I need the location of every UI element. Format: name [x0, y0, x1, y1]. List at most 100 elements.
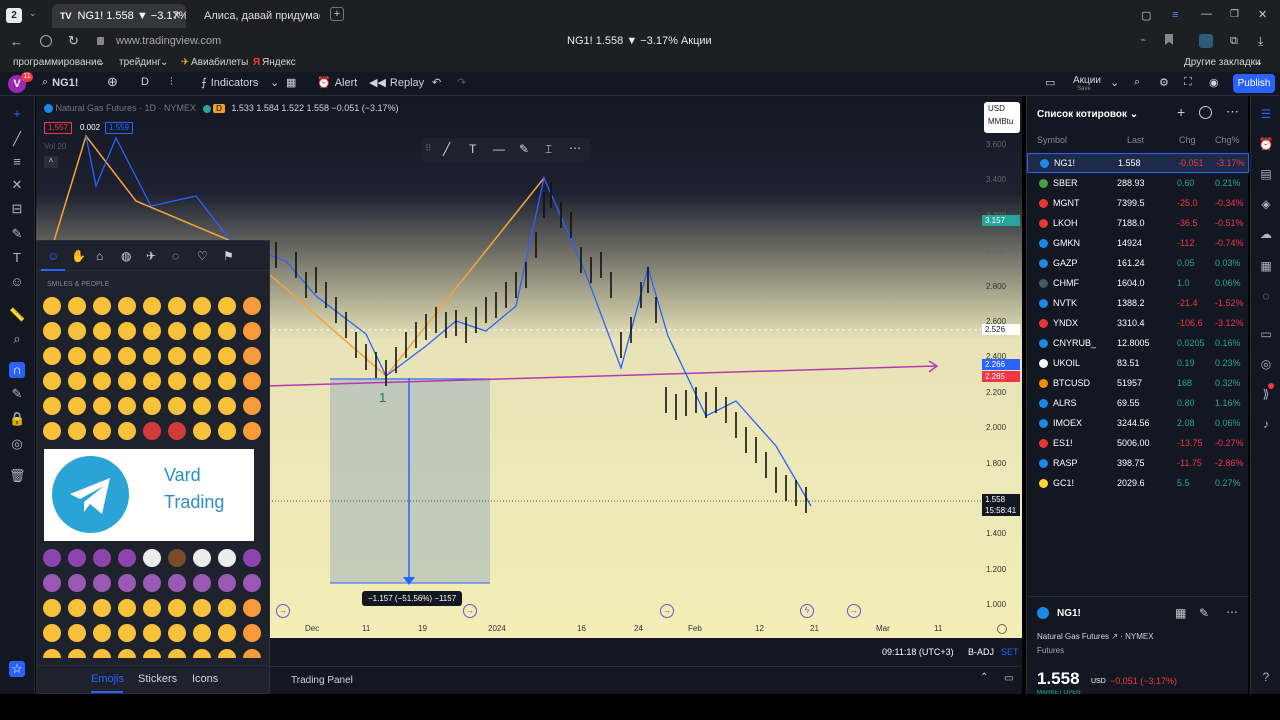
emoji-button[interactable]: [118, 372, 136, 390]
emoji-button[interactable]: [193, 599, 211, 617]
emoji-button[interactable]: [143, 347, 161, 365]
emoji-button[interactable]: [168, 347, 186, 365]
emoji-button[interactable]: [143, 422, 161, 440]
fib-icon[interactable]: ≡: [9, 154, 25, 170]
emoji-button[interactable]: [218, 599, 236, 617]
collapse-legend-icon[interactable]: ˄: [44, 156, 58, 168]
emoji-button[interactable]: [68, 649, 86, 658]
details-name[interactable]: Natural Gas Futures ↗ · NYMEX: [1037, 632, 1154, 641]
watchlist-row[interactable]: CNYRUB_ 12.8005 0.0205 0.16%: [1027, 333, 1249, 353]
emoji-button[interactable]: [193, 322, 211, 340]
emoji-button[interactable]: [118, 297, 136, 315]
emoji-button[interactable]: [93, 322, 111, 340]
emoji-button[interactable]: [43, 624, 61, 642]
emoji-button[interactable]: [68, 599, 86, 617]
layers-icon[interactable]: ◈: [1258, 196, 1274, 212]
building-category-icon[interactable]: ⌂: [96, 249, 103, 263]
tab-icons[interactable]: Icons: [192, 673, 218, 685]
emoji-button[interactable]: [93, 372, 111, 390]
emoji-button[interactable]: [43, 574, 61, 592]
emoji-button[interactable]: [143, 624, 161, 642]
calendar-icon[interactable]: ▦: [1258, 258, 1274, 274]
sell-button[interactable]: 1.557: [44, 122, 72, 134]
emoji-button[interactable]: [118, 649, 136, 658]
clock[interactable]: 09:11:18 (UTC+3): [882, 647, 954, 657]
measure-icon[interactable]: ⌶: [545, 142, 552, 157]
emoji-button[interactable]: [218, 297, 236, 315]
emoji-button[interactable]: [243, 397, 261, 415]
emoji-button[interactable]: [243, 599, 261, 617]
jump-arrow-icon[interactable]: →: [847, 604, 861, 618]
emoji-button[interactable]: [68, 422, 86, 440]
emoji-button[interactable]: [93, 574, 111, 592]
bookmark-icon[interactable]: [1165, 34, 1173, 45]
chat-icon[interactable]: ▭: [1258, 326, 1274, 342]
watchlist-row[interactable]: MGNT 7399.5 -25.0 -0.34%: [1027, 193, 1249, 213]
watchlist-row[interactable]: GMKN 14924 -112 -0.74%: [1027, 233, 1249, 253]
emoji-button[interactable]: [143, 574, 161, 592]
emoji-button[interactable]: [168, 422, 186, 440]
bulb-icon[interactable]: ◌: [1258, 288, 1274, 304]
emoji-button[interactable]: [43, 297, 61, 315]
watchlist-row[interactable]: GAZP 161.24 0.05 0.03%: [1027, 253, 1249, 273]
emoji-button[interactable]: [168, 549, 186, 567]
emoji-button[interactable]: [118, 397, 136, 415]
emoji-button[interactable]: [118, 574, 136, 592]
drag-handle-icon[interactable]: ⠿: [425, 143, 432, 154]
shield-icon[interactable]: [40, 35, 52, 47]
emoji-button[interactable]: [93, 397, 111, 415]
download-icon[interactable]: ⤓: [1258, 34, 1263, 49]
emoji-button[interactable]: [143, 599, 161, 617]
watchlist-view-icon[interactable]: [1199, 106, 1212, 119]
layout-save[interactable]: Save: [1077, 86, 1091, 92]
more-icon[interactable]: ⋯: [1226, 104, 1239, 120]
emoji-button[interactable]: [43, 649, 61, 658]
more-icon[interactable]: ⋯: [1226, 605, 1238, 619]
interval-button[interactable]: D: [141, 76, 149, 88]
emoji-button[interactable]: [243, 624, 261, 642]
emoji-button[interactable]: [68, 372, 86, 390]
brush-icon[interactable]: ✎: [9, 226, 25, 242]
alarm-icon[interactable]: ⏰: [1258, 136, 1274, 152]
emoji-button[interactable]: [193, 624, 211, 642]
hand-category-icon[interactable]: ✋: [71, 249, 86, 263]
publish-button[interactable]: Publish: [1233, 74, 1275, 93]
col-last[interactable]: Last: [1127, 135, 1144, 145]
jump-arrow-icon[interactable]: →: [463, 604, 477, 618]
watchlist-title[interactable]: Список котировок ⌄: [1037, 109, 1138, 120]
watchlist-row[interactable]: ES1! 5006.00 -13.75 -0.27%: [1027, 433, 1249, 453]
emoji-button[interactable]: [243, 649, 261, 658]
emoji-button[interactable]: [93, 624, 111, 642]
adjustment-button[interactable]: B-ADJ: [968, 647, 994, 657]
emoji-button[interactable]: [243, 322, 261, 340]
symbol-search[interactable]: ⌕ NG1!: [42, 76, 78, 89]
watchlist-row[interactable]: YNDX 3310.4 -106.6 -3.12%: [1027, 313, 1249, 333]
vpn-icon[interactable]: ⌁: [1140, 35, 1146, 46]
emoji-button[interactable]: [218, 574, 236, 592]
emoji-button[interactable]: [143, 297, 161, 315]
watchlist-row[interactable]: NG1! 1.558 -0.051 -3.17%: [1027, 153, 1249, 173]
watchlist-row[interactable]: CHMF 1604.0 1.0 0.06%: [1027, 273, 1249, 293]
emoji-button[interactable]: [43, 422, 61, 440]
emoji-button[interactable]: [243, 372, 261, 390]
pattern-icon[interactable]: ✕: [9, 177, 25, 193]
emoji-button[interactable]: [143, 549, 161, 567]
trend-line-icon[interactable]: ╱: [9, 131, 25, 147]
watchlist-row[interactable]: GC1! 2029.6 5.5 0.27%: [1027, 473, 1249, 493]
settings-icon[interactable]: [997, 624, 1007, 634]
watchlist-row[interactable]: SBER 288.93 0.60 0.21%: [1027, 173, 1249, 193]
emoji-button[interactable]: [243, 574, 261, 592]
templates-icon[interactable]: ▦: [286, 76, 296, 89]
emoji-button[interactable]: [118, 347, 136, 365]
chevron-up-icon[interactable]: ⌃: [980, 672, 988, 683]
emoji-button[interactable]: [118, 599, 136, 617]
brush-icon[interactable]: ✎: [519, 142, 529, 156]
bookmark-trading[interactable]: трейдинг: [119, 57, 161, 68]
emoji-button[interactable]: [68, 574, 86, 592]
layout-icon[interactable]: ▭: [1045, 76, 1055, 89]
fullscreen-icon[interactable]: ⛶: [1184, 76, 1192, 89]
emoji-button[interactable]: [43, 347, 61, 365]
emoji-button[interactable]: [93, 649, 111, 658]
camera-icon[interactable]: ◉: [1209, 76, 1219, 89]
grid-icon[interactable]: ▦: [1175, 606, 1186, 620]
